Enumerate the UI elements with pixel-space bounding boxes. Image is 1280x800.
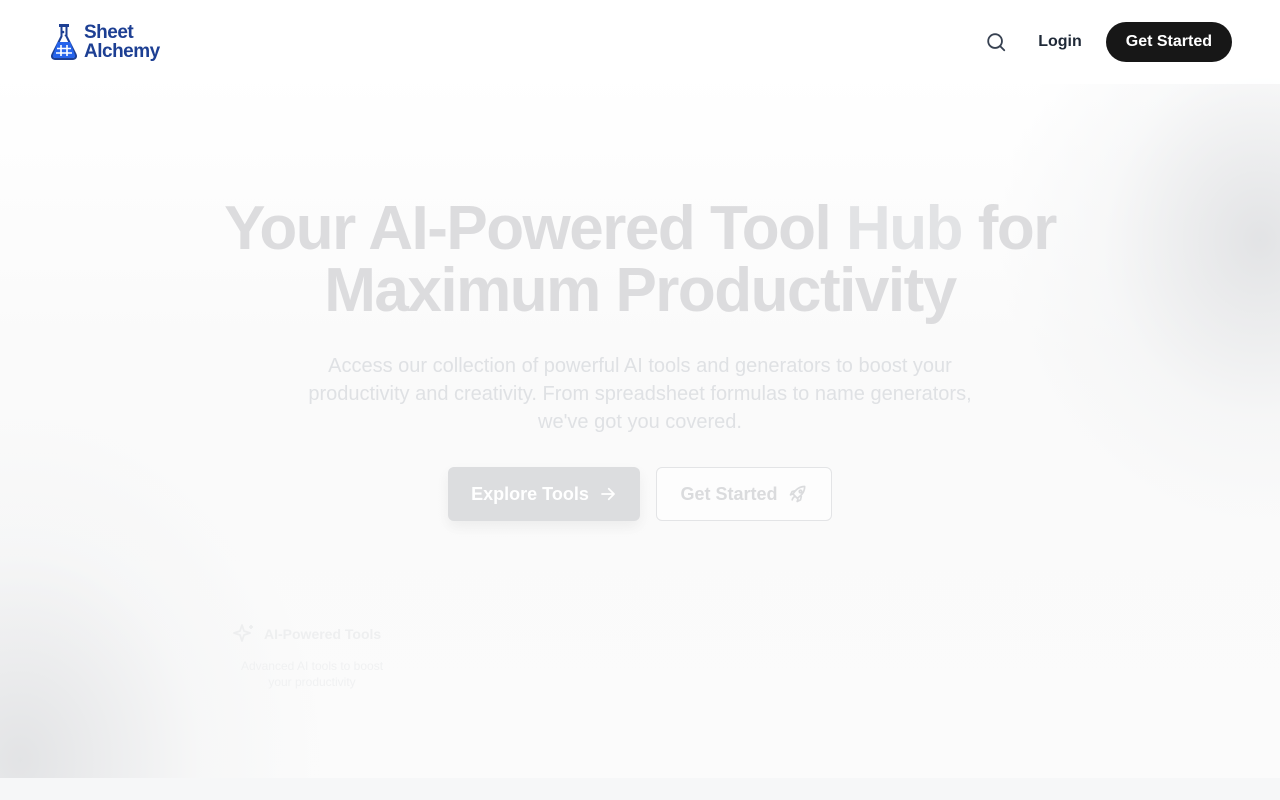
hero-buttons: Explore Tools Get Started — [448, 467, 832, 521]
hero-title-line2: Maximum Productivity — [324, 256, 957, 325]
explore-tools-label: Explore Tools — [471, 483, 589, 504]
search-button[interactable] — [984, 30, 1008, 54]
feature-header: AI-Powered Tools — [232, 622, 392, 646]
flask-icon — [50, 24, 78, 60]
rocket-icon — [789, 485, 806, 503]
sparkles-icon — [233, 624, 253, 642]
hero-title-part2: for — [961, 194, 1058, 263]
logo-text: Sheet Alchemy — [84, 23, 160, 61]
header-nav: Login Get Started — [984, 22, 1232, 62]
page: Sheet Alchemy Login Get Started Your AI-… — [0, 0, 1280, 800]
feature-title: AI-Powered Tools — [264, 626, 382, 642]
site-header: Sheet Alchemy Login Get Started — [0, 0, 1280, 84]
hero-subtitle: Access our collection of powerful AI too… — [308, 355, 972, 433]
search-icon — [987, 33, 1006, 52]
login-link[interactable]: Login — [1038, 33, 1082, 51]
arrow-right-icon — [600, 487, 615, 501]
hero-title: Your AI-Powered Tool Hub for Maximum Pro… — [140, 198, 1140, 322]
header-get-started-button[interactable]: Get Started — [1105, 22, 1232, 62]
feature-card: AI-Powered Tools Advanced AI tools to bo… — [232, 622, 392, 690]
logo-text-line2: Alchemy — [84, 41, 160, 62]
bottom-strip — [0, 778, 1280, 800]
explore-tools-button[interactable]: Explore Tools — [448, 467, 640, 521]
logo-text-line1: Sheet — [84, 22, 134, 43]
logo[interactable]: Sheet Alchemy — [48, 22, 160, 62]
hero-title-part1: Your AI-Powered Tool — [224, 194, 846, 263]
feature-description: Advanced AI tools to boost your producti… — [240, 659, 384, 689]
get-started-button[interactable]: Get Started — [656, 467, 832, 521]
get-started-label: Get Started — [680, 483, 778, 504]
hero-title-hub: Hub — [845, 194, 964, 263]
